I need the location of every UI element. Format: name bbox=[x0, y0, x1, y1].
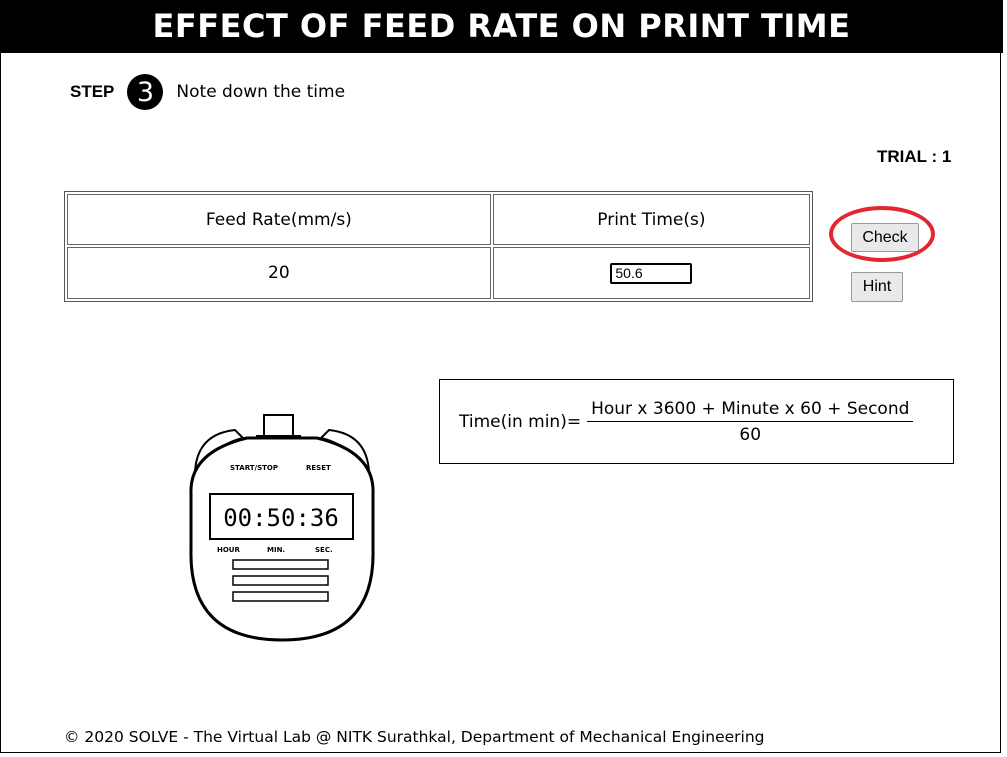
print-time-cell bbox=[492, 247, 810, 299]
step-indicator: STEP 3 Note down the time bbox=[70, 74, 345, 110]
stopwatch-crown[interactable] bbox=[263, 414, 294, 438]
results-table: Feed Rate(mm/s) Print Time(s) 20 bbox=[64, 191, 813, 302]
stopwatch-lap-line bbox=[232, 575, 329, 586]
formula-denominator: 60 bbox=[739, 424, 762, 445]
check-highlight-ring bbox=[829, 206, 935, 262]
page-frame bbox=[0, 0, 1001, 753]
formula-numerator: Hour x 3600 + Minute x 60 + Second bbox=[587, 399, 914, 422]
table-row: 20 bbox=[67, 247, 810, 299]
stopwatch: START/STOP RESET 00:50:36 HOUR MIN. SEC. bbox=[189, 414, 375, 642]
formula-lhs: Time(in min)= bbox=[459, 411, 582, 432]
stopwatch-hour-label: HOUR bbox=[217, 546, 240, 554]
time-formula-box: Time(in min)= Hour x 3600 + Minute x 60 … bbox=[439, 379, 954, 464]
step-number-badge: 3 bbox=[127, 74, 164, 110]
trial-label: TRIAL : 1 bbox=[877, 147, 952, 166]
stopwatch-time-readout: 00:50:36 bbox=[223, 504, 339, 532]
step-instruction: Note down the time bbox=[176, 82, 346, 102]
footer-copyright: © 2020 SOLVE - The Virtual Lab @ NITK Su… bbox=[64, 728, 765, 746]
stopwatch-lap-line bbox=[232, 559, 329, 570]
header-print-time: Print Time(s) bbox=[492, 194, 810, 245]
stopwatch-sec-label: SEC. bbox=[315, 546, 333, 554]
page-title: EFFECT OF FEED RATE ON PRINT TIME bbox=[0, 0, 1003, 53]
stopwatch-start-stop-label: START/STOP bbox=[230, 464, 278, 472]
step-label: STEP bbox=[70, 82, 115, 101]
table-header-row: Feed Rate(mm/s) Print Time(s) bbox=[67, 194, 810, 245]
stopwatch-reset-label: RESET bbox=[306, 464, 331, 472]
header-feed-rate: Feed Rate(mm/s) bbox=[67, 194, 491, 245]
stopwatch-min-label: MIN. bbox=[267, 546, 285, 554]
stopwatch-lap-line bbox=[232, 591, 329, 602]
formula-fraction: Hour x 3600 + Minute x 60 + Second 60 bbox=[587, 399, 914, 445]
hint-button[interactable]: Hint bbox=[851, 272, 903, 302]
print-time-input[interactable] bbox=[610, 262, 693, 284]
feed-rate-value: 20 bbox=[67, 247, 491, 299]
